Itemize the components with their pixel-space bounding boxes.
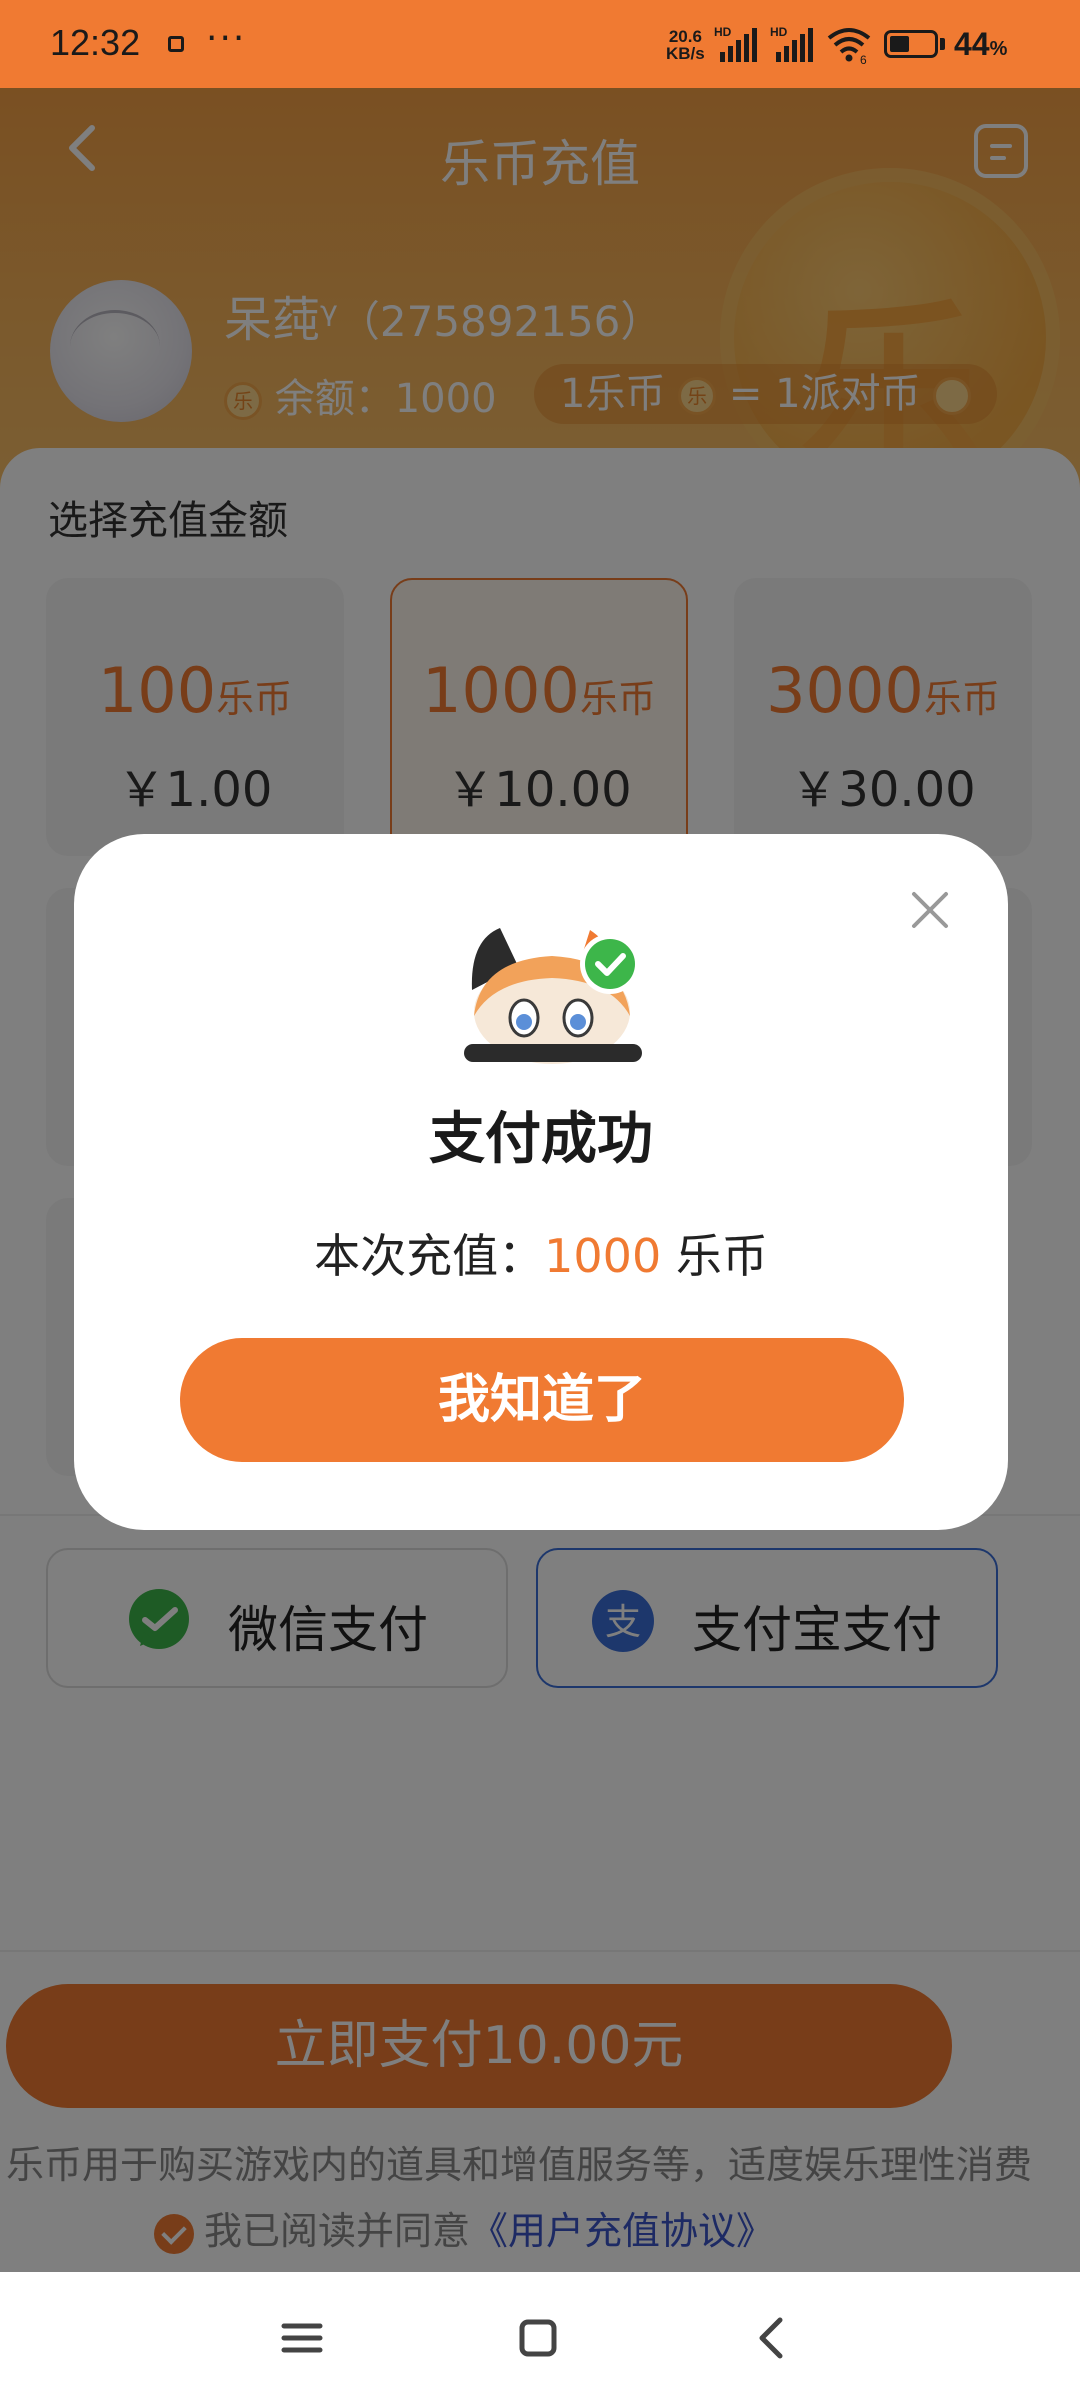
- dialog-desc-prefix: 本次充值：: [314, 1229, 545, 1283]
- signal-1-icon: HD: [714, 25, 757, 62]
- more-notifications-icon: ···: [206, 18, 247, 59]
- status-time: 12:32: [50, 22, 141, 63]
- got-it-button[interactable]: 我知道了: [180, 1338, 904, 1462]
- wifi-icon: 6: [827, 28, 871, 64]
- close-icon[interactable]: [910, 890, 950, 930]
- network-speed-value: 20.6: [668, 27, 702, 46]
- dialog-desc-unit: 乐币: [661, 1229, 768, 1283]
- back-icon[interactable]: [742, 2308, 802, 2368]
- dialog-desc-amount: 1000: [544, 1229, 662, 1283]
- battery-percent: 44%: [954, 26, 1007, 63]
- battery-tip: [940, 38, 945, 50]
- notification-icon: [168, 36, 184, 52]
- battery-icon: [884, 30, 938, 58]
- status-bar: 12:32 ··· 20.6 KB/s HD HD 6 44%: [0, 0, 1080, 88]
- payment-success-dialog: 支付成功 本次充值：1000 乐币 我知道了: [74, 834, 1008, 1530]
- svg-text:HD: HD: [714, 25, 732, 39]
- network-speed-unit: KB/s: [666, 44, 705, 63]
- home-icon[interactable]: [508, 2308, 568, 2368]
- battery-unit: %: [989, 38, 1008, 60]
- dialog-description: 本次充值：1000 乐币: [74, 1220, 1008, 1286]
- network-speed: 20.6 KB/s: [666, 28, 705, 62]
- mascot-success-image: [464, 928, 642, 1064]
- signal-2-icon: HD: [770, 25, 813, 62]
- battery-value: 44: [954, 26, 990, 62]
- svg-text:6: 6: [860, 53, 867, 64]
- system-nav-bar: [0, 2272, 1080, 2400]
- dialog-title: 支付成功: [429, 1107, 653, 1172]
- svg-text:HD: HD: [770, 25, 788, 39]
- menu-icon[interactable]: [272, 2308, 332, 2368]
